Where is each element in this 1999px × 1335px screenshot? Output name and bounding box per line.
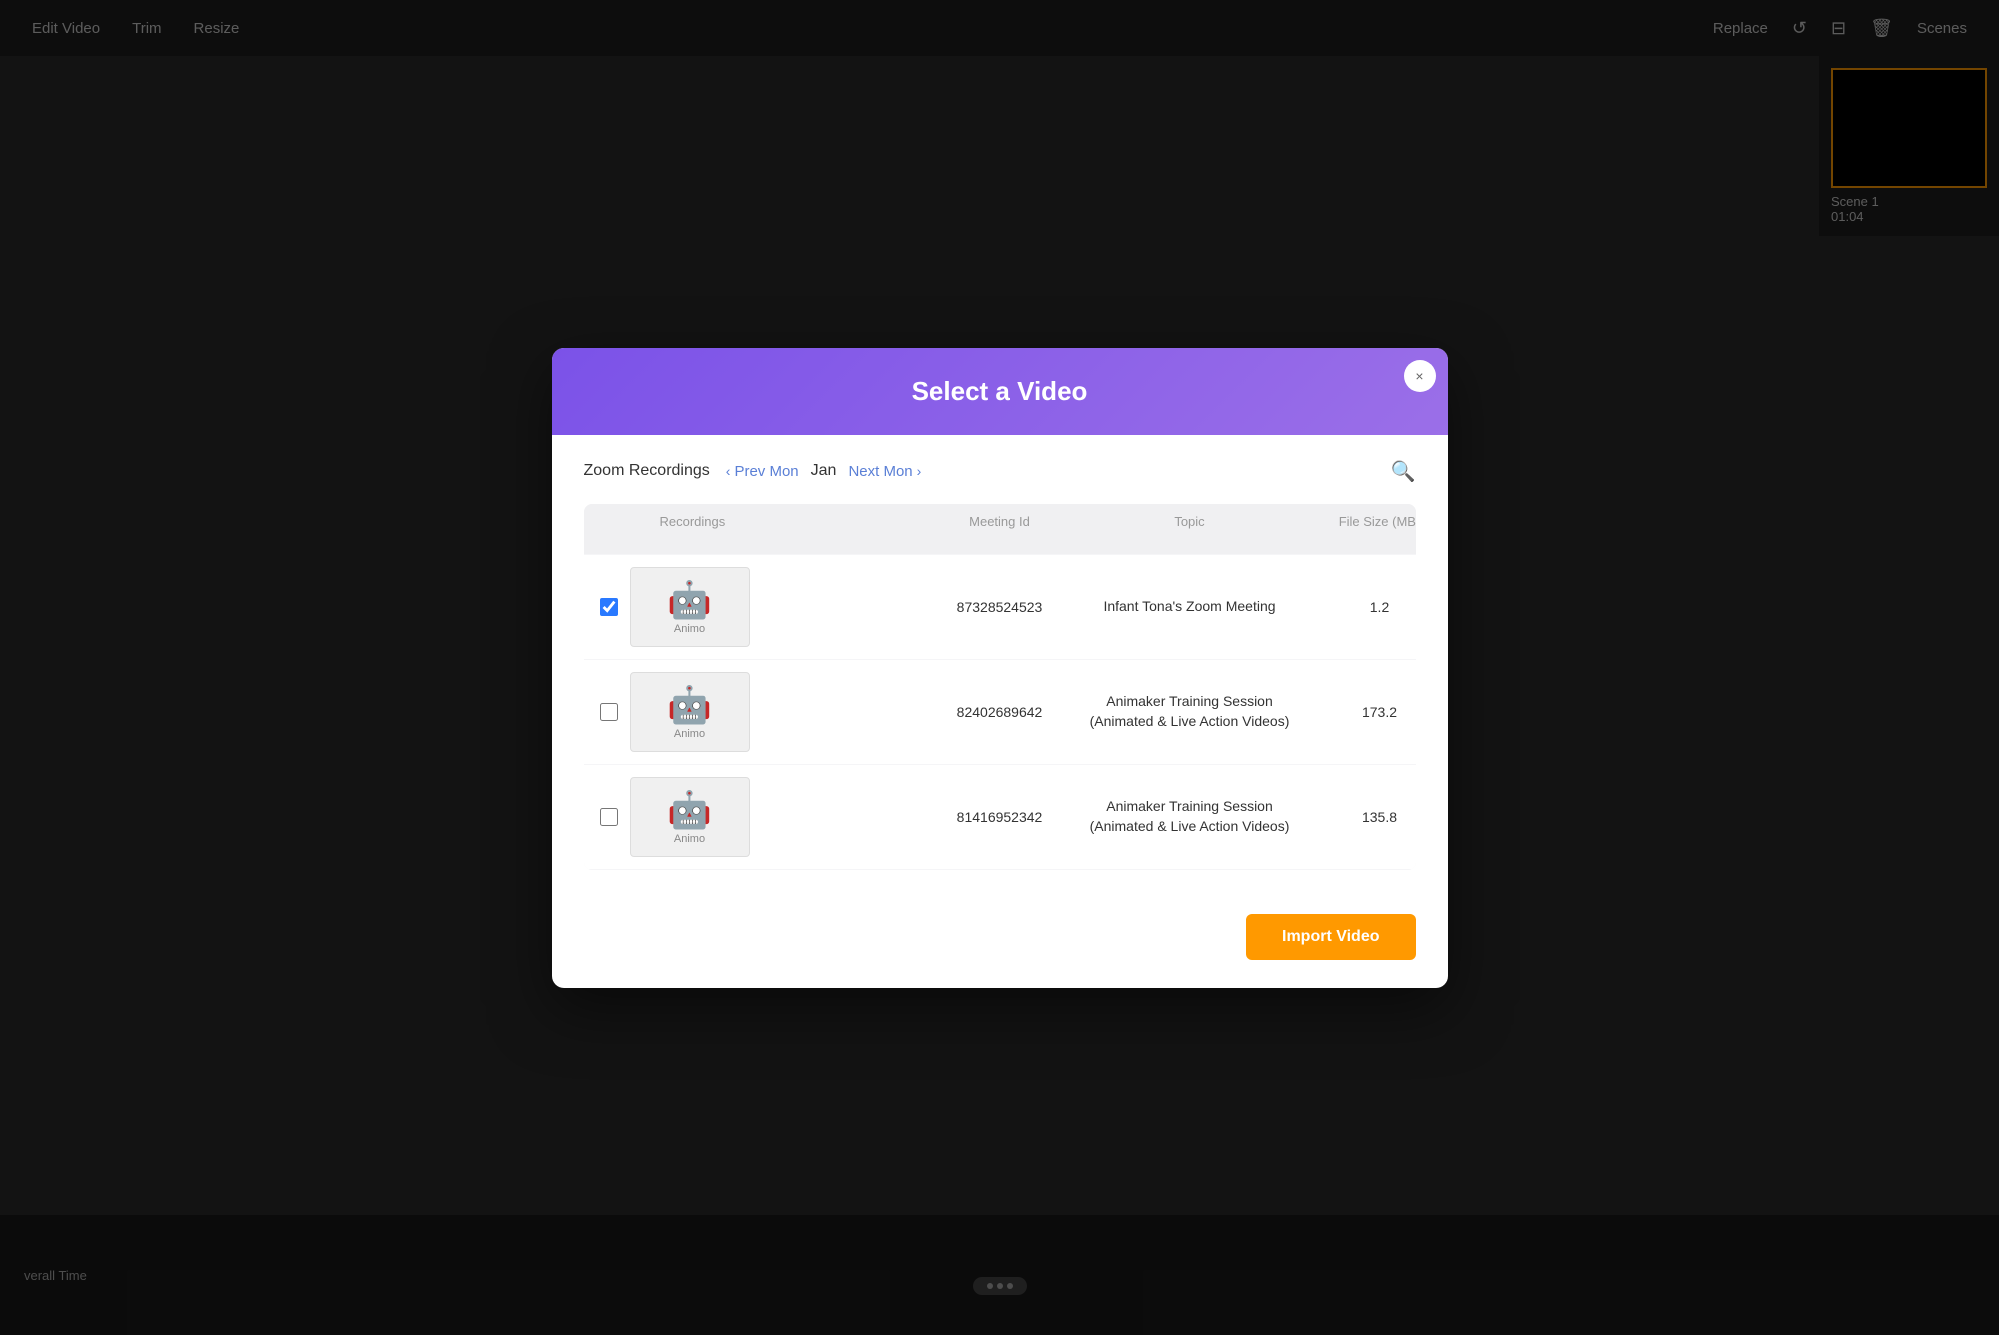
table-row: 🤖 Animo 81416952342 Animaker Training Se… xyxy=(584,765,1416,869)
prev-month-label: Prev Mon xyxy=(734,463,798,480)
row-3-thumb-label: Animo xyxy=(674,833,705,845)
row-2-thumb-label: Animo xyxy=(674,728,705,740)
source-label: Zoom Recordings xyxy=(584,462,710,480)
row-3-thumbnail: 🤖 Animo xyxy=(630,777,750,857)
modal-close-button[interactable]: × xyxy=(1404,360,1436,392)
table-header: Recordings Meeting Id Topic File Size (M… xyxy=(584,504,1416,554)
row-1-thumb-label: Animo xyxy=(674,623,705,635)
chevron-right-icon: › xyxy=(917,463,922,479)
search-button[interactable]: 🔍 xyxy=(1391,459,1416,484)
row-2-topic: Animaker Training Session (Animated & Li… xyxy=(1080,692,1300,731)
next-month-button[interactable]: Next Mon › xyxy=(848,463,921,480)
row-1-meeting-id: 87328524523 xyxy=(920,599,1080,615)
modal-header: Select a Video × xyxy=(552,348,1448,435)
row-3-topic: Animaker Training Session (Animated & Li… xyxy=(1080,797,1300,836)
row-2-checkbox[interactable] xyxy=(600,703,618,721)
row-1-checkbox[interactable] xyxy=(600,598,618,616)
row-3-checkbox[interactable] xyxy=(600,808,618,826)
row-2-file-size: 173.2 xyxy=(1300,704,1416,720)
robot-icon-2: 🤖 xyxy=(667,684,712,726)
row-2-recording: 🤖 Animo xyxy=(600,672,920,752)
robot-icon-3: 🤖 xyxy=(667,789,712,831)
table-row: 🤖 Animo 82402689642 Animaker Training Se… xyxy=(584,660,1416,764)
row-3-file-size: 135.8 xyxy=(1300,809,1416,825)
row-3-recording: 🤖 Animo xyxy=(600,777,920,857)
select-video-modal: Select a Video × Zoom Recordings ‹ Prev … xyxy=(552,348,1448,988)
row-1-recording: 🤖 Animo xyxy=(600,567,920,647)
table-row: 🤖 Animo 87328524523 Infant Tona's Zoom M… xyxy=(584,555,1416,659)
recordings-table: Recordings Meeting Id Topic File Size (M… xyxy=(584,504,1416,870)
col-header-recordings: Recordings xyxy=(600,514,920,544)
nav-row: Zoom Recordings ‹ Prev Mon Jan Next Mon … xyxy=(584,459,1416,484)
chevron-left-icon: ‹ xyxy=(726,463,731,479)
row-3-meeting-id: 81416952342 xyxy=(920,809,1080,825)
modal-body: Zoom Recordings ‹ Prev Mon Jan Next Mon … xyxy=(552,435,1448,894)
next-month-label: Next Mon xyxy=(848,463,912,480)
row-2-meeting-id: 82402689642 xyxy=(920,704,1080,720)
search-icon: 🔍 xyxy=(1391,461,1416,483)
row-1-file-size: 1.2 xyxy=(1300,599,1416,615)
modal-overlay: Select a Video × Zoom Recordings ‹ Prev … xyxy=(0,0,1999,1335)
robot-icon: 🤖 xyxy=(667,579,712,621)
row-2-thumbnail: 🤖 Animo xyxy=(630,672,750,752)
import-video-button[interactable]: Import Video xyxy=(1246,914,1416,960)
current-month: Jan xyxy=(811,462,837,480)
col-header-topic: Topic xyxy=(1080,514,1300,544)
modal-footer: Import Video xyxy=(552,894,1448,988)
col-header-meeting-id: Meeting Id xyxy=(920,514,1080,544)
row-1-topic: Infant Tona's Zoom Meeting xyxy=(1080,597,1300,617)
prev-month-button[interactable]: ‹ Prev Mon xyxy=(726,463,799,480)
modal-title: Select a Video xyxy=(592,376,1408,407)
col-header-file-size: File Size (MB) xyxy=(1300,514,1416,544)
row-1-thumbnail: 🤖 Animo xyxy=(630,567,750,647)
